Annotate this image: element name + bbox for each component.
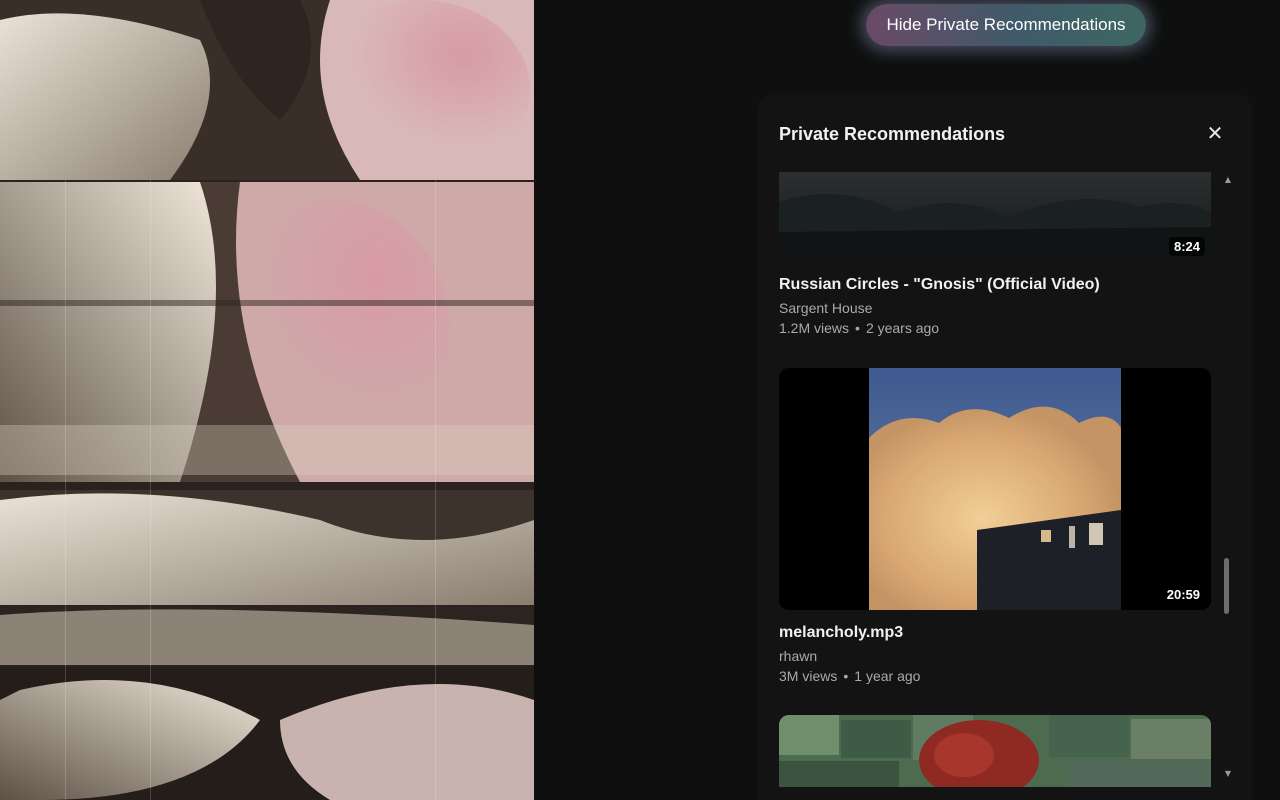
video-item[interactable]: 8:24 Russian Circles - "Gnosis" (Officia…: [779, 172, 1211, 336]
video-meta: 1.2M views • 2 years ago: [779, 320, 1211, 336]
glitch-line: [435, 180, 436, 800]
recommendations-panel: Private Recommendations ✕ 8:24 Russian C…: [757, 95, 1252, 800]
video-age: 2 years ago: [865, 320, 940, 336]
scroll-up-icon[interactable]: ▲: [1223, 175, 1233, 185]
video-item[interactable]: 20:59 melancholy.mp3 rhawn 3M views • 1 ye…: [779, 368, 1211, 684]
panel-title: Private Recommendations: [779, 124, 1006, 144]
glitch-line: [150, 180, 151, 800]
video-thumbnail[interactable]: [779, 715, 1211, 787]
recommendation-list[interactable]: 8:24 Russian Circles - "Gnosis" (Officia…: [779, 172, 1211, 787]
video-duration: 8:24: [1168, 237, 1205, 256]
thumbnail-image: [779, 172, 1211, 262]
video-player[interactable]: [0, 0, 534, 800]
video-channel[interactable]: rhawn: [779, 648, 1211, 664]
video-age: 1 year ago: [854, 668, 921, 684]
video-views: 3M views: [779, 668, 838, 684]
video-duration: 20:59: [1161, 585, 1205, 604]
video-title[interactable]: Russian Circles - "Gnosis" (Official Vid…: [779, 276, 1211, 294]
thumbnail-image: [779, 368, 1211, 610]
video-thumbnail[interactable]: 8:24: [779, 172, 1211, 262]
meta-separator: •: [855, 320, 860, 336]
video-title[interactable]: melancholy.mp3: [779, 624, 1211, 642]
glitch-line: [65, 180, 66, 800]
scroll-down-icon[interactable]: ▼: [1223, 769, 1233, 779]
thumbnail-image: [779, 715, 1211, 787]
video-item[interactable]: [779, 715, 1211, 787]
video-channel[interactable]: Sargent House: [779, 300, 1211, 316]
video-views: 1.2M views: [779, 320, 850, 336]
video-frame: [0, 0, 534, 800]
close-icon[interactable]: ✕: [1204, 122, 1226, 144]
meta-separator: •: [843, 668, 849, 684]
scrollbar-thumb[interactable]: [1224, 558, 1229, 614]
video-meta: 3M views • 1 year ago: [779, 668, 1211, 684]
video-thumbnail[interactable]: 20:59: [779, 368, 1211, 610]
hide-recommendations-button[interactable]: Hide Private Recommendations: [866, 4, 1146, 46]
